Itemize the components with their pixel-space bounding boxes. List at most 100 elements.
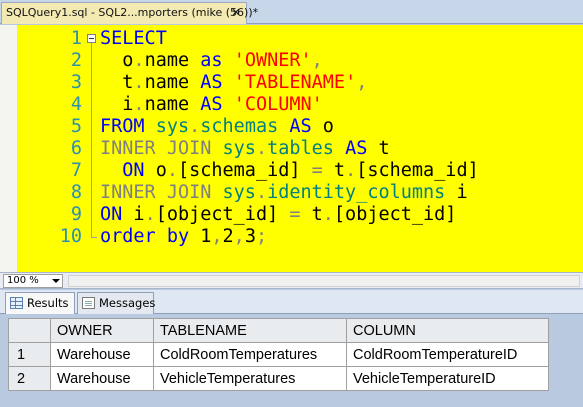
code-area[interactable]: 1 SELECT 2 o.name as 'OWNER', 3 t.name AS '… [18,28,479,248]
code-token: , [233,226,245,247]
code-token: t [333,160,346,181]
grid-icon [10,297,23,309]
results-header-row: OWNER TABLENAME COLUMN [8,318,549,343]
line-number: 10 [59,226,82,247]
code-token: , [211,226,223,247]
column-cell[interactable]: ColdRoomTemperatureID [346,342,549,367]
line-number: 6 [70,138,82,159]
line-number: 9 [70,204,82,225]
code-token: SELECT [100,28,167,49]
line-number: 1 [70,28,82,49]
fold-guide [84,72,100,94]
column-header-column[interactable]: COLUMN [346,318,549,343]
code-token: AS [200,94,234,115]
code-line[interactable]: 7 ON o.[schema_id] = t.[schema_id] [18,160,479,182]
tab-results[interactable]: Results [5,292,75,314]
close-tab-icon[interactable]: ✕ [229,3,243,23]
code-token: o [155,160,167,181]
code-line[interactable]: 10 order by 1,2,3; [18,226,479,248]
code-token: i [100,94,134,115]
code-token: . [133,94,145,115]
code-token: order by [100,226,201,247]
table-row: 2 Warehouse VehicleTemperatures VehicleT… [8,366,549,391]
column-cell[interactable]: VehicleTemperatureID [346,366,549,391]
code-token: ; [255,226,268,247]
code-token: name [144,72,201,93]
code-token: [schema_id] [177,160,312,181]
code-token: ON [100,160,156,181]
code-line[interactable]: 8 INNER JOIN sys.identity_columns i [18,182,479,204]
code-token: . [133,50,145,71]
code-token: t [311,204,323,225]
grid-corner-cell[interactable] [8,318,51,343]
code-token: 1 [200,226,212,247]
collapse-region-icon[interactable] [84,28,100,50]
code-token: . [255,182,268,203]
document-tab-strip: SQLQuery1.sql - SQL2...mporters (mike (5… [0,0,583,24]
code-token: sys [222,182,256,203]
fold-guide [84,182,100,204]
code-token: INNER JOIN [100,138,223,159]
row-number-cell[interactable]: 1 [8,342,51,367]
line-number: 5 [70,116,82,137]
chevron-down-icon[interactable] [52,279,60,283]
zoom-level-value: 100 % [7,275,39,286]
code-token: 3 [244,226,256,247]
code-token: . [144,204,156,225]
code-token: , [356,72,368,93]
code-line[interactable]: 3 t.name AS 'TABLENAME', [18,72,479,94]
code-token: AS [289,116,323,137]
code-token: = [311,160,334,181]
tablename-cell[interactable]: ColdRoomTemperatures [153,342,347,367]
tab-messages-label: Messages [99,296,156,310]
fold-guide [84,160,100,182]
code-token: FROM [100,116,156,137]
code-token: 'OWNER' [233,50,312,71]
code-line[interactable]: 1 SELECT [18,28,479,50]
zoom-level-select[interactable]: 100 % [3,274,63,288]
code-token: identity_columns [267,182,457,203]
owner-cell[interactable]: Warehouse [50,366,154,391]
code-token: , [311,50,323,71]
fold-end-marker [84,226,100,248]
messages-icon [82,297,95,309]
code-token: name [144,94,201,115]
line-number: 2 [70,50,82,71]
code-line[interactable]: 9 ON i.[object_id] = t.[object_id] [18,204,479,226]
document-tab[interactable]: SQLQuery1.sql - SQL2...mporters (mike (5… [1,2,258,24]
editor-zoom-bar: 100 % [0,272,583,289]
code-line[interactable]: 4 i.name AS 'COLUMN' [18,94,479,116]
code-token: as [200,50,234,71]
query-editor[interactable]: 1 SELECT 2 o.name as 'OWNER', 3 t.name AS '… [0,25,583,272]
code-token: = [289,204,312,225]
editor-horizontal-scrollbar[interactable] [68,275,580,287]
code-token: AS [345,138,379,159]
code-token: sys [222,138,256,159]
code-token: o [322,116,334,137]
column-header-owner[interactable]: OWNER [50,318,154,343]
code-token: [object_id] [333,204,457,225]
code-token: ON [100,204,134,225]
code-token: [object_id] [155,204,290,225]
code-token: [schema_id] [356,160,479,181]
fold-guide [84,94,100,116]
code-token: INNER JOIN [100,182,223,203]
line-number: 7 [70,160,82,181]
code-line[interactable]: 6 INNER JOIN sys.tables AS t [18,138,479,160]
code-token: . [189,116,201,137]
tablename-cell[interactable]: VehicleTemperatures [153,366,347,391]
code-token: . [255,138,268,159]
code-line[interactable]: 5 FROM sys.schemas AS o [18,116,479,138]
column-header-tablename[interactable]: TABLENAME [153,318,347,343]
code-line[interactable]: 2 o.name as 'OWNER', [18,50,479,72]
fold-guide [84,204,100,226]
fold-guide [84,116,100,138]
line-number: 8 [70,182,82,203]
table-row: 1 Warehouse ColdRoomTemperatures ColdRoo… [8,342,549,367]
code-token: . [133,72,145,93]
row-number-cell[interactable]: 2 [8,366,51,391]
code-token: i [456,182,468,203]
tab-messages[interactable]: Messages [77,292,156,314]
code-token: AS [200,72,234,93]
owner-cell[interactable]: Warehouse [50,342,154,367]
